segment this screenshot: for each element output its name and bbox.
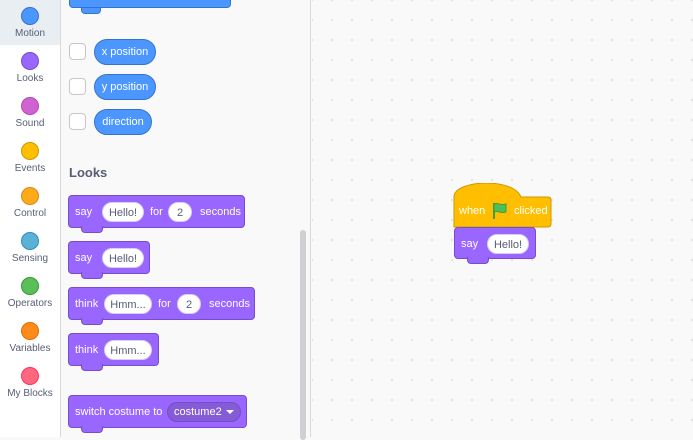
- block-text: say: [461, 238, 479, 250]
- script-say-block[interactable]: say Hello!: [454, 227, 536, 264]
- sensing-dot-icon: [21, 232, 39, 250]
- green-flag-icon: [493, 202, 507, 219]
- category-operators[interactable]: Operators: [0, 270, 60, 315]
- block-text: for: [158, 298, 171, 310]
- block-notch: [81, 318, 103, 325]
- think-for-seconds-block[interactable]: think Hmm... for 2 seconds: [68, 287, 255, 325]
- seconds-input[interactable]: 2: [168, 202, 192, 222]
- category-label: Events: [14, 163, 46, 174]
- switch-costume-block[interactable]: switch costume to costume2: [68, 395, 247, 433]
- category-menu: Motion Looks Sound Events Control Sensin…: [0, 0, 61, 437]
- block-text: for: [150, 206, 163, 218]
- message-input[interactable]: Hello!: [102, 248, 144, 268]
- control-dot-icon: [21, 187, 39, 205]
- category-label: Control: [13, 208, 47, 219]
- say-block[interactable]: say Hello!: [68, 241, 150, 279]
- message-input[interactable]: Hmm...: [104, 340, 152, 360]
- say-for-seconds-block[interactable]: say Hello! for 2 seconds: [68, 195, 245, 233]
- looks-section-title: Looks: [69, 165, 108, 180]
- seconds-input[interactable]: 2: [177, 294, 201, 314]
- my-blocks-dot-icon: [21, 367, 39, 385]
- sound-dot-icon: [21, 97, 39, 115]
- category-label: My Blocks: [7, 388, 53, 399]
- category-control[interactable]: Control: [0, 180, 60, 225]
- block-notch: [81, 272, 103, 279]
- block-text: seconds: [200, 206, 241, 218]
- message-input[interactable]: Hello!: [487, 234, 529, 254]
- message-input[interactable]: Hello!: [102, 202, 144, 222]
- block-text: say: [75, 206, 93, 218]
- block-text: clicked: [514, 205, 548, 217]
- category-sound[interactable]: Sound: [0, 90, 60, 135]
- costume-dropdown[interactable]: costume2: [167, 402, 241, 422]
- motion-dot-icon: [21, 7, 39, 25]
- category-label: Motion: [14, 28, 45, 39]
- direction-checkbox[interactable]: [69, 113, 86, 130]
- variables-dot-icon: [21, 322, 39, 340]
- message-input[interactable]: Hmm...: [104, 294, 152, 314]
- category-label: Operators: [7, 298, 53, 309]
- x-position-reporter[interactable]: x position: [94, 39, 156, 65]
- block-text: seconds: [209, 298, 250, 310]
- block-text: think: [75, 344, 99, 356]
- category-events[interactable]: Events: [0, 135, 60, 180]
- category-label: Variables: [9, 343, 51, 354]
- operators-dot-icon: [21, 277, 39, 295]
- block-notch: [81, 8, 101, 14]
- category-sensing[interactable]: Sensing: [0, 225, 60, 270]
- events-dot-icon: [21, 142, 39, 160]
- category-my-blocks[interactable]: My Blocks: [0, 360, 60, 405]
- block-text: think: [75, 298, 99, 310]
- block-notch: [81, 426, 103, 433]
- y-position-checkbox[interactable]: [69, 78, 86, 95]
- block-notch: [467, 257, 489, 264]
- y-position-reporter[interactable]: y position: [94, 74, 156, 100]
- motion-block-partial[interactable]: [69, 0, 231, 8]
- block-text: say: [75, 252, 93, 264]
- block-notch: [81, 226, 103, 233]
- think-block[interactable]: think Hmm...: [68, 333, 159, 371]
- x-position-checkbox[interactable]: [69, 43, 86, 60]
- block-notch: [81, 364, 103, 371]
- chevron-down-icon: [226, 410, 234, 414]
- category-label: Looks: [16, 73, 44, 84]
- block-text: when: [459, 205, 486, 217]
- direction-reporter[interactable]: direction: [94, 109, 152, 135]
- category-label: Sound: [15, 118, 45, 129]
- looks-dot-icon: [21, 52, 39, 70]
- category-variables[interactable]: Variables: [0, 315, 60, 360]
- palette-scrollbar[interactable]: [300, 230, 306, 440]
- category-label: Sensing: [11, 253, 49, 264]
- block-text: switch costume to: [75, 406, 163, 418]
- costume-dropdown-value: costume2: [174, 406, 222, 418]
- category-looks[interactable]: Looks: [0, 45, 60, 90]
- category-motion[interactable]: Motion: [0, 0, 60, 45]
